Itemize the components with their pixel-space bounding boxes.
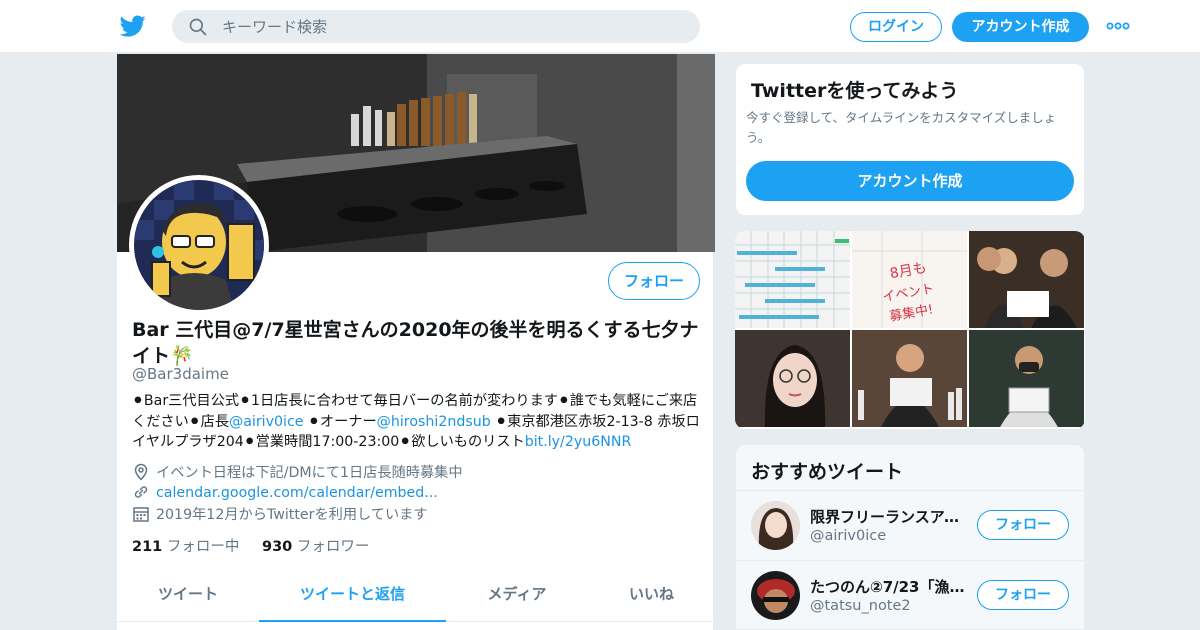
calendar-icon xyxy=(133,507,149,522)
signup-promo-button[interactable]: アカウント作成 xyxy=(746,161,1074,201)
avatar-image xyxy=(751,571,800,620)
follow-counts: 211 フォロー中 930 フォロワー xyxy=(132,535,369,556)
calendar-image xyxy=(735,231,850,328)
recommended-handle: @tatsu_note2 xyxy=(810,598,911,614)
profile-handle[interactable]: @Bar3daime xyxy=(132,365,229,383)
media-tile-photo[interactable] xyxy=(969,231,1084,328)
bio-mention-link[interactable]: @hiroshi2ndsub xyxy=(377,414,491,430)
bar-staff-photo-image xyxy=(852,330,967,427)
cartoon-avatar-image xyxy=(134,180,264,310)
location-pin-icon xyxy=(134,463,148,481)
signup-promo-card: Twitterを使ってみよう 今すぐ登録して、タイムラインをカスタマイズしましょ… xyxy=(735,63,1085,216)
profile-tabs: ツイート ツイートと返信 メディア いいね xyxy=(117,576,715,622)
group-photo-image xyxy=(969,231,1084,328)
joined-text: 2019年12月からTwitterを利用しています xyxy=(156,507,428,523)
recommended-handle: @airiv0ice xyxy=(810,528,887,544)
recommended-title: おすすめツイート xyxy=(751,461,904,483)
avatar-image xyxy=(751,501,800,550)
link-icon xyxy=(134,486,148,498)
media-grid: 8月も イベント 募集中! xyxy=(735,231,1085,429)
login-button[interactable]: ログイン xyxy=(850,12,942,42)
tab-likes[interactable]: いいね xyxy=(588,576,715,622)
following-label: フォロー中 xyxy=(166,539,240,555)
following-count: 211 xyxy=(132,539,163,555)
profile-joined: 2019年12月からTwitterを利用しています xyxy=(132,504,428,524)
profile-website-link[interactable]: calendar.google.com/calendar/embed... xyxy=(156,485,438,501)
media-tile-calendar[interactable] xyxy=(735,231,850,328)
tab-media[interactable]: メディア xyxy=(446,576,588,622)
media-tile-photo[interactable] xyxy=(852,330,967,427)
profile-location: イベント日程は下記/DMにて1日店長随時募集中 xyxy=(132,462,463,482)
profile-bio: ⚫Bar三代目公式⚫1日店長に合わせて毎日バーの名前が変わります⚫誰でも気軽にご… xyxy=(132,391,702,453)
signup-promo-text: 今すぐ登録して、タイムラインをカスタマイズしましょう。 xyxy=(746,110,1057,145)
media-tile-photo[interactable] xyxy=(735,330,850,427)
search-icon xyxy=(189,18,207,36)
recommended-follow-button[interactable]: フォロー xyxy=(977,510,1069,540)
bio-wishlist-link[interactable]: bit.ly/2yu6NNR xyxy=(525,434,632,450)
recommended-account[interactable]: 限界フリーランスアイドル @airiv0ice フォロー xyxy=(736,490,1084,560)
profile-url: calendar.google.com/calendar/embed... xyxy=(132,483,438,501)
followers-count: 930 xyxy=(262,539,293,555)
recommended-name[interactable]: 限界フリーランスアイドル xyxy=(810,506,970,527)
media-tile-event-poster[interactable]: 8月も イベント 募集中! xyxy=(852,231,967,328)
follow-button[interactable]: フォロー xyxy=(608,262,700,300)
followers-label: フォロワー xyxy=(296,539,370,555)
more-options-icon[interactable] xyxy=(1106,17,1130,35)
recommended-name[interactable]: たつのん②7/23「漁師」 xyxy=(810,576,970,597)
following-link[interactable]: 211 フォロー中 xyxy=(132,539,239,555)
media-tile-photo[interactable] xyxy=(969,330,1084,427)
bio-mention-link[interactable]: @airiv0ice xyxy=(229,414,304,430)
profile-avatar[interactable] xyxy=(129,175,269,315)
recommended-follow-button[interactable]: フォロー xyxy=(977,580,1069,610)
recommended-accounts-panel: おすすめツイート 限界フリーランスアイドル @airiv0ice フォロー たつ… xyxy=(735,444,1085,630)
top-navigation-bar: ログイン アカウント作成 xyxy=(0,0,1200,53)
tab-tweets-and-replies[interactable]: ツイートと返信 xyxy=(259,576,446,622)
signup-button[interactable]: アカウント作成 xyxy=(952,12,1089,42)
twitter-bird-icon[interactable] xyxy=(120,13,146,39)
search-input[interactable] xyxy=(222,10,682,43)
signup-promo-title: Twitterを使ってみよう xyxy=(751,80,959,102)
tab-tweets[interactable]: ツイート xyxy=(117,576,259,622)
avatar[interactable] xyxy=(751,571,800,620)
profile-card: フォロー Bar 三代目@7/7星世宮さんの2020年の後半を明るくする七夕ナイ… xyxy=(116,54,715,630)
followers-link[interactable]: 930 フォロワー xyxy=(262,539,369,555)
portrait-photo-image xyxy=(735,330,850,427)
location-text: イベント日程は下記/DMにて1日店長随時募集中 xyxy=(156,465,463,481)
event-poster-image: 8月も イベント 募集中! xyxy=(852,231,967,328)
avatar[interactable] xyxy=(751,501,800,550)
bio-text: ⚫オーナー xyxy=(303,413,377,430)
profile-display-name: Bar 三代目@7/7星世宮さんの2020年の後半を明るくする七夕ナイト🎋 xyxy=(132,319,699,367)
recommended-account[interactable]: たつのん②7/23「漁師」 @tatsu_note2 フォロー xyxy=(736,560,1084,630)
masked-man-photo-image xyxy=(969,330,1084,427)
search-box[interactable] xyxy=(172,10,700,43)
